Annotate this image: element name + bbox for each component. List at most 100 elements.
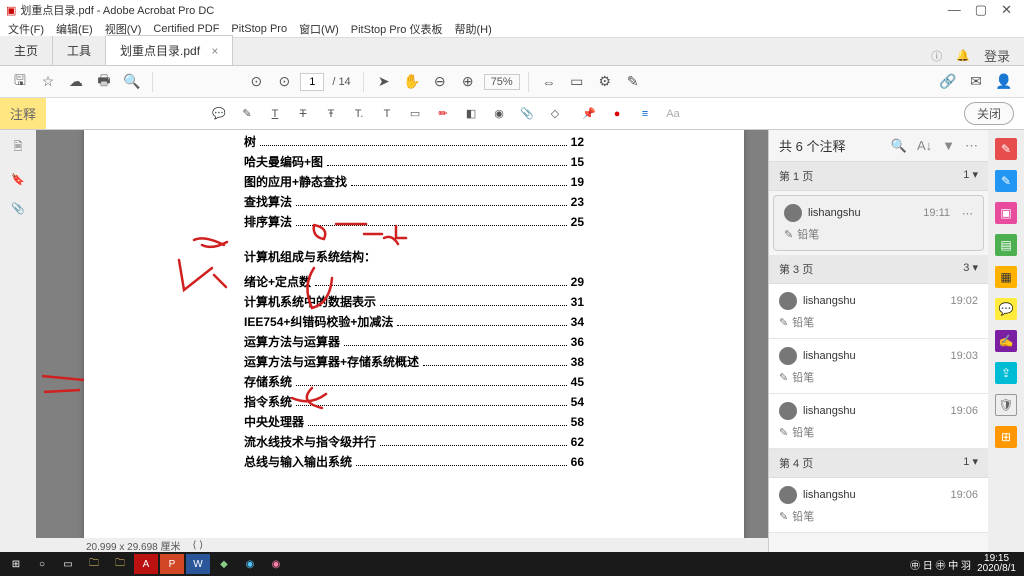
bell-icon[interactable]: 🔔 [956,49,970,62]
sign-icon[interactable]: ✎ [621,70,645,94]
zoom-level[interactable]: 75% [484,74,520,90]
close-comments-button[interactable]: 关闭 [964,102,1014,125]
highlight-icon[interactable]: ✎ [236,107,258,120]
textcom-icon[interactable]: ▭ [404,107,426,120]
lines-icon[interactable]: ≡ [634,108,656,120]
hand-icon[interactable]: ✋ [400,70,424,94]
task-word[interactable]: W [186,554,210,574]
panel-more-icon[interactable]: ⋯ [965,138,978,154]
panel-search-icon[interactable]: 🔍 [891,138,907,154]
toc-title: 树 [244,133,256,150]
page-down-icon[interactable]: ⊙ [272,70,296,94]
comment-more-icon[interactable]: ⋯ [962,207,973,220]
eraser-icon[interactable]: ◧ [460,107,482,120]
textbox-icon[interactable]: T [376,108,398,120]
shapes-icon[interactable]: ◇ [544,107,566,120]
task-search[interactable]: ○ [30,554,54,574]
menu-edit[interactable]: 编辑(E) [56,21,93,37]
replace-icon[interactable]: Ŧ [320,108,342,120]
login-link[interactable]: 登录 [984,46,1010,65]
start-button[interactable]: ⊞ [4,554,28,574]
page-group[interactable]: 第 4 页1 ▾ [769,449,988,478]
strike-icon[interactable]: T [292,108,314,120]
toc-row: 哈夫曼编码+图15 [244,153,584,170]
menu-pitstop2[interactable]: PitStop Pro 仪表板 [351,21,443,37]
maximize-button[interactable]: ▢ [975,2,987,18]
menu-file[interactable]: 文件(F) [8,21,44,37]
cloud-icon[interactable]: ☁ [64,70,88,94]
tool-export-icon[interactable]: ▣ [995,202,1017,224]
tool-more-icon[interactable]: ⊞ [995,426,1017,448]
tool-comment-icon[interactable]: 💬 [995,298,1017,320]
page-group[interactable]: 第 1 页1 ▾ [769,162,988,191]
task-app2[interactable]: ◉ [238,554,262,574]
comment-item[interactable]: lishangshu19:11⋯✎铅笔 [773,195,984,251]
tab-document[interactable]: 划重点目录.pdf × [106,35,233,65]
page-group[interactable]: 第 3 页3 ▾ [769,255,988,284]
task-view[interactable]: ▭ [56,554,80,574]
task-acrobat[interactable]: A [134,554,158,574]
task-explorer[interactable]: 🗀 [82,554,106,574]
task-explorer2[interactable]: 🗀 [108,554,132,574]
save-icon[interactable]: 🖫 [8,70,32,94]
insert-icon[interactable]: T. [348,108,370,120]
panel-filter-icon[interactable]: ▼ [942,138,955,154]
comment-item[interactable]: lishangshu19:06✎铅笔 [769,478,988,533]
print-icon[interactable]: 🖶 [92,70,116,94]
stamp-icon[interactable]: ◉ [488,107,510,120]
tab-home[interactable]: 主页 [0,36,53,65]
fitpage-icon[interactable]: ▭ [565,70,589,94]
color-icon[interactable]: ● [606,108,628,120]
star-icon[interactable]: ☆ [36,70,60,94]
bookmarks-icon[interactable]: 🔖 [11,173,25,186]
tool-edit-icon[interactable]: ✎ [995,170,1017,192]
task-app1[interactable]: ◆ [212,554,236,574]
clock-date[interactable]: 2020/8/1 [977,564,1016,574]
task-app3[interactable]: ◉ [264,554,288,574]
panel-sort-icon[interactable]: A↓ [917,138,932,154]
tool-sign-icon[interactable]: ✍ [995,330,1017,352]
toc-row: 运算方法与运算器36 [244,333,584,350]
pin-icon[interactable]: 📌 [578,107,600,120]
tray-icons[interactable]: ㊥ 日 ㊥ 中 羽 [910,557,971,572]
fitwidth-icon[interactable]: ⇔ [537,70,561,94]
thumbnails-icon[interactable]: 🗎 [14,138,23,157]
underline-icon[interactable]: T [264,108,286,120]
user-icon[interactable]: 👤 [992,70,1016,94]
tab-close-icon[interactable]: × [211,44,218,58]
menu-cert[interactable]: Certified PDF [153,23,219,35]
pointer-icon[interactable]: ➤ [372,70,396,94]
task-ppt[interactable]: P [160,554,184,574]
attach-icon[interactable]: 📎 [516,107,538,120]
comment-item[interactable]: lishangshu19:03✎铅笔 [769,339,988,394]
comment-item[interactable]: lishangshu19:06✎铅笔 [769,394,988,449]
help-icon[interactable]: ⓘ [931,48,942,64]
zoomout-icon[interactable]: ⊖ [428,70,452,94]
aa-icon[interactable]: Aa [662,108,684,120]
menu-window[interactable]: 窗口(W) [299,21,339,37]
comment-tool-icon[interactable]: ⚙ [593,70,617,94]
document-area[interactable]: 树12哈夫曼编码+图15图的应用+静态查找19查找算法23排序算法25 计算机组… [36,130,768,552]
comment-item[interactable]: lishangshu19:02✎铅笔 [769,284,988,339]
pencil-icon[interactable]: ✏ [432,107,454,120]
note-icon[interactable]: 💬 [208,107,230,120]
tool-enhance-icon[interactable]: ▦ [995,266,1017,288]
comment-type: 铅笔 [792,424,814,440]
comment-label: 注释 [0,98,46,129]
tab-tools[interactable]: 工具 [53,36,106,65]
tool-create-icon[interactable]: ✎ [995,138,1017,160]
share-icon[interactable]: ✉ [964,70,988,94]
close-button[interactable]: ✕ [1001,2,1012,18]
tool-protect-icon[interactable]: 🛡 [995,394,1017,416]
page-input[interactable] [300,73,324,91]
menu-pitstop[interactable]: PitStop Pro [231,23,287,35]
attachments-icon[interactable]: 📎 [11,202,25,215]
tool-send-icon[interactable]: ⇪ [995,362,1017,384]
zoomin-icon[interactable]: ⊕ [456,70,480,94]
link-icon[interactable]: 🔗 [936,70,960,94]
page-up-icon[interactable]: ⊙ [244,70,268,94]
menu-help[interactable]: 帮助(H) [454,21,491,37]
tool-organize-icon[interactable]: ▤ [995,234,1017,256]
search-icon[interactable]: 🔍 [120,70,144,94]
minimize-button[interactable]: — [948,2,961,18]
